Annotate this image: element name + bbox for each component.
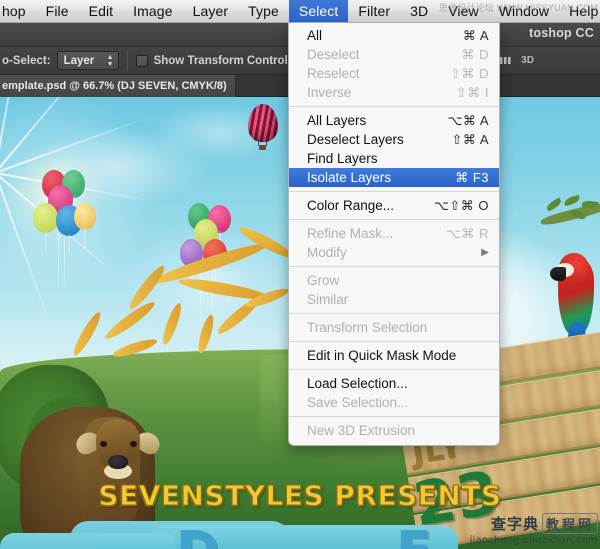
- hot-air-balloon-basket: [259, 145, 266, 150]
- menu-separator: [289, 191, 499, 192]
- menu-filter[interactable]: Filter: [348, 0, 400, 22]
- menu-edit[interactable]: Edit: [79, 0, 124, 22]
- select-menu-dropdown[interactable]: All ⌘ A Deselect ⌘ D Reselect ⇧⌘ D Inverse ⇧⌘ I…: [288, 22, 500, 446]
- menu-separator: [289, 341, 499, 342]
- menu-item-modify: Modify ▶: [289, 243, 499, 262]
- menu-item-label: Reselect: [307, 66, 360, 81]
- menu-separator: [289, 219, 499, 220]
- menu-select[interactable]: Select: [288, 0, 349, 22]
- menu-item-save-selection: Save Selection...: [289, 393, 499, 412]
- menu-help[interactable]: Help: [559, 0, 600, 22]
- menu-type-label: Type: [248, 3, 279, 19]
- menu-item-label: All Layers: [307, 113, 367, 128]
- menu-item-inverse: Inverse ⇧⌘ I: [289, 83, 499, 102]
- menu-item-label: Find Layers: [307, 151, 378, 166]
- menu-view-label: View: [448, 3, 479, 19]
- menu-window[interactable]: Window: [489, 0, 559, 22]
- menu-item-label: Isolate Layers: [307, 170, 392, 185]
- menu-item-label: Save Selection...: [307, 395, 409, 410]
- headline-text: SEVENSTYLES PRESENTS: [98, 479, 502, 513]
- menu-help-label: Help: [569, 3, 599, 19]
- menu-image-label: Image: [133, 3, 173, 19]
- banner-shape: [95, 533, 175, 549]
- chevron-updown-icon: ▲ ▼: [106, 53, 114, 68]
- menu-item-shortcut: ⇧⌘ I: [455, 84, 489, 100]
- document-tab[interactable]: emplate.psd @ 66.7% (DJ SEVEN, CMYK/8): [0, 75, 236, 97]
- menu-item-reselect: Reselect ⇧⌘ D: [289, 64, 499, 83]
- menu-select-label: Select: [298, 3, 339, 19]
- menu-filter-label: Filter: [358, 3, 391, 19]
- auto-select-label: o-Select:: [2, 54, 51, 67]
- menu-item-shortcut: ⌥⇧⌘ O: [433, 197, 489, 213]
- show-transform-controls-label: Show Transform Controls: [153, 54, 295, 67]
- menu-item-shortcut: ⇧⌘ A: [451, 131, 489, 147]
- menu-item-shortcut: ⌥⌘ A: [447, 112, 489, 128]
- document-tab-title: emplate.psd @ 66.7% (DJ SEVEN, CMYK/8): [2, 80, 227, 92]
- divider: [126, 50, 128, 71]
- menu-item-shortcut: ⌘ A: [462, 27, 489, 43]
- app-title: toshop CC: [529, 26, 594, 40]
- menu-separator: [289, 106, 499, 107]
- menu-item-similar: Similar: [289, 290, 499, 309]
- menu-3d-label: 3D: [410, 3, 429, 19]
- menu-item-label: Edit in Quick Mask Mode: [307, 348, 457, 363]
- three-d-label: 3D: [521, 55, 534, 66]
- big-letter-right: E: [396, 521, 432, 549]
- menu-item-new-3d-extrusion: New 3D Extrusion: [289, 421, 499, 440]
- menu-separator: [289, 416, 499, 417]
- menu-item-label: Similar: [307, 292, 349, 307]
- menu-item-shortcut: ⌥⌘ R: [446, 225, 489, 241]
- show-transform-controls-checkbox[interactable]: [135, 54, 148, 67]
- menu-item-deselect-layers[interactable]: Deselect Layers ⇧⌘ A: [289, 130, 499, 149]
- menu-item-label: Inverse: [307, 85, 352, 100]
- menu-item-label: Deselect: [307, 47, 360, 62]
- menu-file[interactable]: File: [36, 0, 79, 22]
- menu-layer[interactable]: Layer: [183, 0, 239, 22]
- menu-item-refine-mask: Refine Mask... ⌥⌘ R: [289, 224, 499, 243]
- menu-item-all-layers[interactable]: All Layers ⌥⌘ A: [289, 111, 499, 130]
- menu-item-label: Refine Mask...: [307, 226, 394, 241]
- menu-item-label: Deselect Layers: [307, 132, 404, 147]
- menu-window-label: Window: [498, 3, 550, 19]
- menu-item-label: All: [307, 28, 323, 43]
- menu-photoshop[interactable]: hop: [0, 0, 36, 22]
- menu-3d[interactable]: 3D: [400, 0, 438, 22]
- menu-file-label: File: [45, 3, 69, 19]
- menu-photoshop-label: hop: [2, 3, 26, 19]
- menu-edit-label: Edit: [88, 3, 114, 19]
- submenu-arrow-icon: ▶: [481, 247, 489, 258]
- menu-separator: [289, 313, 499, 314]
- menu-separator: [289, 369, 499, 370]
- menu-item-deselect: Deselect ⌘ D: [289, 45, 499, 64]
- auto-select-value: Layer: [63, 54, 95, 67]
- menu-item-load-selection[interactable]: Load Selection...: [289, 374, 499, 393]
- menu-separator: [289, 266, 499, 267]
- photoshop-window: JLY 23 SEVENSTYLES PRESENTS D E 查字典 教程网 …: [0, 0, 600, 549]
- menu-item-shortcut: ⌘ D: [461, 46, 489, 62]
- menu-bar: hop File Edit Image Layer Type Select Fi…: [0, 0, 600, 23]
- auto-select-dropdown[interactable]: Layer ▲ ▼: [56, 51, 119, 70]
- menu-item-isolate-layers[interactable]: Isolate Layers ⌘ F3: [289, 168, 499, 187]
- menu-item-edit-in-quick-mask-mode[interactable]: Edit in Quick Mask Mode: [289, 346, 499, 365]
- menu-item-shortcut: ⇧⌘ D: [450, 65, 489, 81]
- menu-item-find-layers[interactable]: Find Layers: [289, 149, 499, 168]
- menu-item-label: Color Range...: [307, 198, 395, 213]
- menu-view[interactable]: View: [438, 0, 489, 22]
- menu-item-transform-selection: Transform Selection: [289, 318, 499, 337]
- menu-item-label: Modify: [307, 245, 347, 260]
- menu-item-shortcut: ⌘ F3: [455, 169, 489, 185]
- menu-layer-label: Layer: [192, 3, 229, 19]
- big-letter-left: D: [176, 521, 219, 549]
- menu-item-label: Grow: [307, 273, 340, 288]
- menu-type[interactable]: Type: [238, 0, 289, 22]
- menu-item-label: New 3D Extrusion: [307, 423, 416, 438]
- menu-image[interactable]: Image: [123, 0, 182, 22]
- menu-item-label: Load Selection...: [307, 376, 408, 391]
- menu-item-label: Transform Selection: [307, 320, 428, 335]
- menu-item-all[interactable]: All ⌘ A: [289, 26, 499, 45]
- menu-item-color-range[interactable]: Color Range... ⌥⇧⌘ O: [289, 196, 499, 215]
- menu-item-grow: Grow: [289, 271, 499, 290]
